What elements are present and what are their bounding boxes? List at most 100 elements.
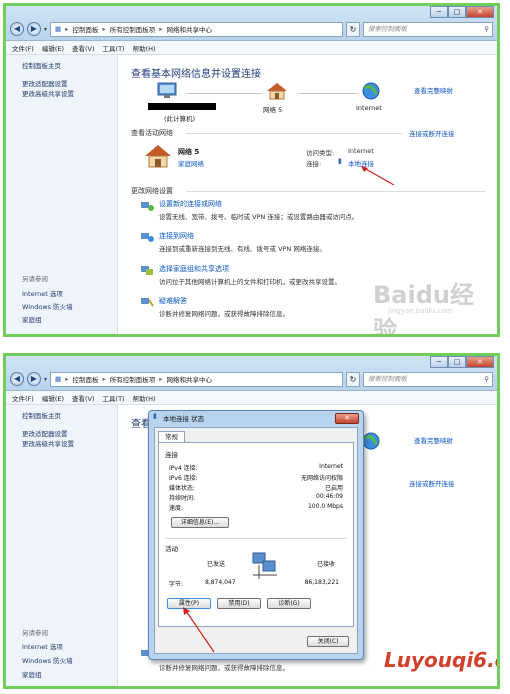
active-networks-header: 查看活动网络	[131, 129, 173, 137]
view-full-map-link[interactable]: 查看完整映射	[414, 435, 453, 445]
activity-group-label: 活动	[165, 545, 178, 553]
main-content: 查看基本网络信息并设置连接 查看完整映射 (此计算机) 网络 5 Interne…	[126, 55, 497, 334]
address-bar[interactable]: ▦ ▸ 控制面板 ▸ 所有控制面板项 ▸ 网络和共享中心	[50, 21, 343, 37]
homegroup-icon	[141, 266, 153, 275]
sidebar-item-home[interactable]: 控制面板主页	[22, 411, 117, 421]
address-bar[interactable]: ▦ ▸ 控制面板 ▸ 所有控制面板项 ▸ 网络和共享中心	[50, 371, 343, 387]
connect-network-icon	[141, 233, 154, 242]
sidebar-item-internet-options[interactable]: Internet 选项	[22, 641, 63, 654]
ipv4-value: Internet	[319, 463, 343, 470]
bytes-label: 字节:	[169, 581, 184, 588]
disable-button[interactable]: 禁用(D)	[217, 598, 261, 609]
menu-edit[interactable]: 编辑(E)	[42, 393, 64, 403]
menu-edit[interactable]: 编辑(E)	[42, 43, 64, 53]
tab-general[interactable]: 常规	[158, 431, 185, 442]
maximize-button[interactable]: □	[448, 356, 466, 368]
close-button[interactable]: ✕	[466, 6, 494, 18]
minimize-button[interactable]: ─	[430, 6, 448, 18]
red-arrow-annotation	[361, 166, 395, 186]
title-bar: ─ □ ✕ ◀ ▶ ▾ ▦ ▸ 控制面板 ▸ 所有控制面板项 ▸ 网络和共享中心…	[6, 6, 497, 41]
connection-group-label: 连接	[165, 451, 178, 459]
maximize-button[interactable]: □	[448, 6, 466, 18]
sidebar-item-firewall[interactable]: Windows 防火墙	[22, 655, 73, 668]
details-button[interactable]: 详细信息(E)...	[171, 517, 229, 528]
refresh-icon[interactable]: ↻	[346, 371, 360, 387]
menu-tools[interactable]: 工具(T)	[103, 393, 125, 403]
dialog-close-button[interactable]: 关闭(C)	[307, 636, 349, 647]
chevron-right-icon: ▸	[65, 375, 69, 383]
setting-new-connection-link[interactable]: 设置新的连接或网络	[159, 199, 222, 209]
minimize-button[interactable]: ─	[430, 356, 448, 368]
menu-tools[interactable]: 工具(T)	[103, 43, 125, 53]
dialog-close-icon[interactable]: ✕	[335, 413, 359, 424]
network-type-link[interactable]: 家庭网络	[178, 158, 204, 168]
sidebar-item-firewall[interactable]: Windows 防火墙	[22, 301, 73, 314]
internet-globe-icon	[362, 82, 380, 100]
sidebar-item-homegroup[interactable]: 家庭组	[22, 669, 42, 682]
history-dropdown-icon[interactable]: ▾	[44, 376, 47, 383]
close-button[interactable]: ✕	[466, 356, 494, 368]
menu-view[interactable]: 查看(V)	[72, 43, 95, 53]
search-input[interactable]: 搜索控制面板 ⚲	[363, 21, 493, 37]
search-input[interactable]: 搜索控制面板 ⚲	[363, 371, 493, 387]
breadcrumb-item[interactable]: 网络和共享中心	[166, 374, 212, 384]
breadcrumb-item[interactable]: 控制面板	[72, 374, 98, 384]
ethernet-icon: ▮	[338, 157, 342, 165]
history-dropdown-icon[interactable]: ▾	[44, 26, 47, 33]
search-icon: ⚲	[484, 374, 489, 383]
access-type-value: Internet	[348, 147, 374, 155]
menu-help[interactable]: 帮助(H)	[133, 393, 156, 403]
speed-value: 100.0 Mbps	[307, 503, 343, 510]
sidebar-item-sharing[interactable]: 更改高级共享设置	[22, 89, 117, 99]
breadcrumb-item[interactable]: 所有控制面板项	[110, 24, 156, 34]
setting-connect-network-link[interactable]: 连接到网络	[159, 231, 194, 241]
menu-help[interactable]: 帮助(H)	[133, 43, 156, 53]
home-network-icon	[267, 83, 287, 100]
setting-homegroup-desc: 访问位于其他网络计算机上的文件和打印机，或更改共享设置。	[159, 278, 341, 286]
connect-disconnect-link[interactable]: 连接或断开连接	[409, 478, 455, 488]
back-icon[interactable]: ◀	[10, 22, 24, 36]
search-placeholder: 搜索控制面板	[368, 24, 407, 33]
tab-pane: 连接 IPv4 连接: Internet IPv6 连接: 无网络访问权限 媒体…	[158, 442, 354, 627]
media-state-value: 已启用	[324, 485, 343, 492]
menu-file[interactable]: 文件(F)	[12, 43, 34, 53]
sidebar-item-adapter[interactable]: 更改适配器设置	[22, 429, 117, 439]
menu-view[interactable]: 查看(V)	[72, 393, 95, 403]
setting-connect-network-desc: 连接到或重新连接到无线、有线、拨号或 VPN 网络连接。	[159, 245, 326, 253]
window-controls: ─ □ ✕	[430, 356, 494, 368]
duration-label: 持续时间:	[169, 495, 196, 502]
forward-icon[interactable]: ▶	[27, 22, 41, 36]
control-panel-icon: ▦	[55, 375, 62, 383]
menu-bar: 文件(F) 编辑(E) 查看(V) 工具(T) 帮助(H)	[6, 391, 497, 405]
breadcrumb-item[interactable]: 所有控制面板项	[110, 374, 156, 384]
chevron-right-icon: ▸	[65, 25, 69, 33]
connection-label: 连接:	[306, 160, 322, 168]
screenshot-network-center: ─ □ ✕ ◀ ▶ ▾ ▦ ▸ 控制面板 ▸ 所有控制面板项 ▸ 网络和共享中心…	[3, 3, 500, 337]
forward-icon[interactable]: ▶	[27, 372, 41, 386]
setting-troubleshoot-link[interactable]: 疑难解答	[159, 296, 187, 306]
ipv6-value: 无网络访问权限	[300, 475, 343, 482]
baidu-watermark: Baidu经验	[373, 281, 474, 337]
title-bar: ─ □ ✕ ◀ ▶ ▾ ▦ ▸ 控制面板 ▸ 所有控制面板项 ▸ 网络和共享中心…	[6, 356, 497, 391]
breadcrumb-item[interactable]: 网络和共享中心	[166, 24, 212, 34]
diagnose-button[interactable]: 诊断(G)	[267, 598, 311, 609]
refresh-icon[interactable]: ↻	[346, 21, 360, 37]
sidebar: 控制面板主页 更改适配器设置 更改高级共享设置 另请参阅 Internet 选项…	[6, 405, 118, 686]
sidebar-item-internet-options[interactable]: Internet 选项	[22, 288, 63, 301]
setting-homegroup-link[interactable]: 选择家庭组和共享选项	[159, 264, 229, 274]
sidebar-item-homegroup[interactable]: 家庭组	[22, 314, 42, 327]
received-label: 已接收	[316, 561, 335, 568]
sidebar-item-adapter[interactable]: 更改适配器设置	[22, 79, 117, 89]
connect-disconnect-link[interactable]: 连接或断开连接	[409, 128, 455, 138]
sidebar-item-sharing[interactable]: 更改高级共享设置	[22, 439, 117, 449]
sidebar-item-home[interactable]: 控制面板主页	[22, 61, 117, 71]
back-icon[interactable]: ◀	[10, 372, 24, 386]
chevron-right-icon: ▸	[102, 25, 106, 33]
menu-file[interactable]: 文件(F)	[12, 393, 34, 403]
duration-value: 00:46:09	[316, 493, 343, 500]
view-full-map-link[interactable]: 查看完整映射	[414, 85, 453, 95]
breadcrumb-item[interactable]: 控制面板	[72, 24, 98, 34]
baidu-watermark-url: jingyan.baidu.com	[388, 307, 453, 315]
